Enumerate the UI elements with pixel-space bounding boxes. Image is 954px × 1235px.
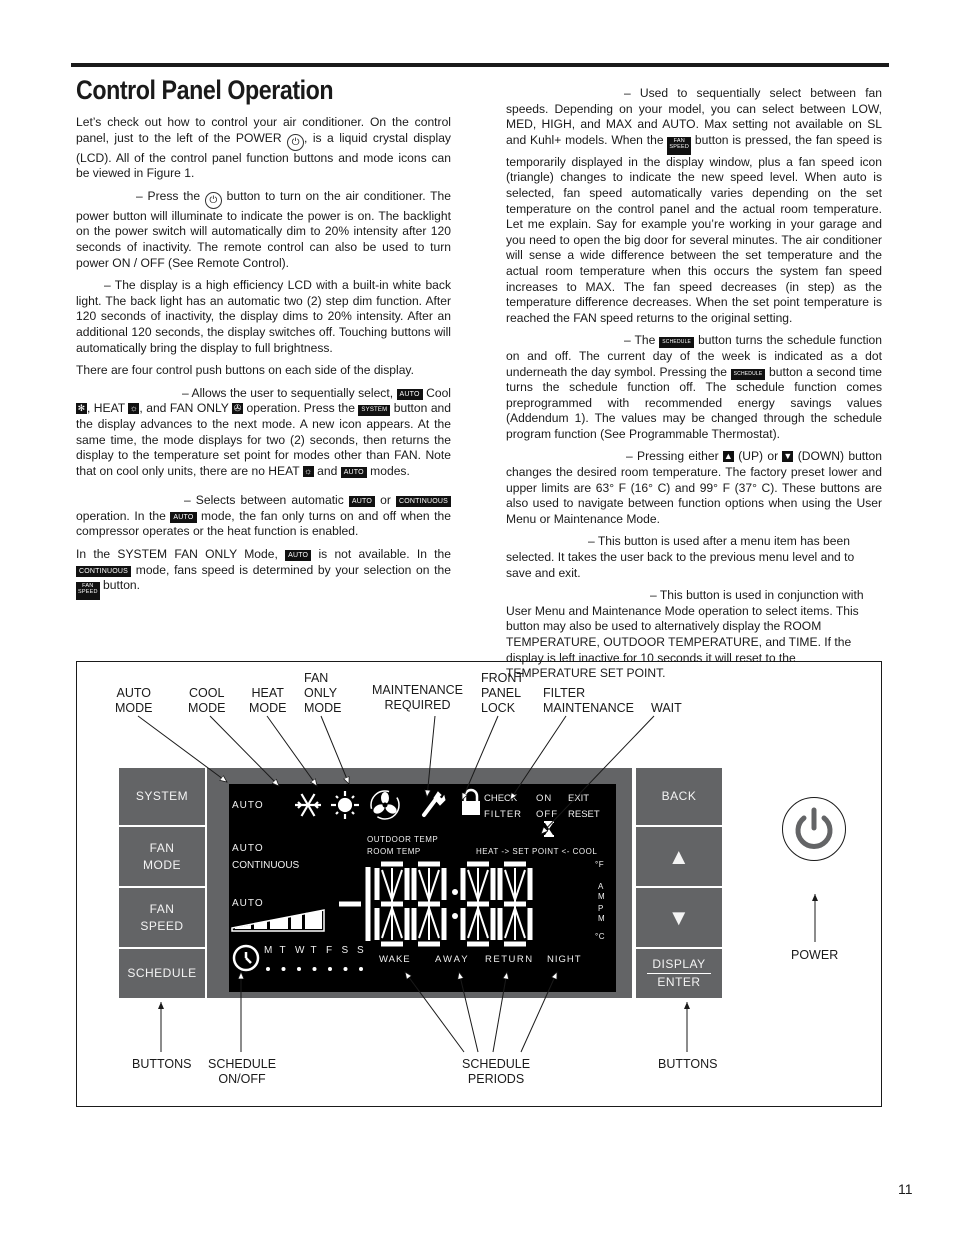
- system-paragraph: – Allows the user to sequentially select…: [76, 385, 451, 478]
- leader-lines: [137, 715, 818, 1053]
- sun-icon: ☼: [128, 403, 140, 415]
- auto-chip: AUTO: [285, 550, 312, 562]
- power-paragraph: – Press the ⏻ button to turn on the air …: [76, 188, 451, 270]
- fan-speed-chip: FAN SPEED: [76, 582, 100, 601]
- power-icon: ⏻: [287, 133, 305, 151]
- leader-lock: [461, 715, 499, 800]
- top-rule: [71, 63, 889, 67]
- auto-chip: AUTO: [340, 466, 367, 478]
- auto-chip: AUTO: [396, 388, 423, 400]
- leader-maintenance: [427, 715, 436, 797]
- leader-heat-mode: [266, 715, 317, 786]
- leader-away: [459, 972, 479, 1053]
- display-paragraph: – The display is a high efficiency LCD w…: [76, 278, 451, 355]
- leader-filter: [510, 715, 567, 800]
- control-panel-figure: AUTO MODE COOL MODE HEAT MODE FAN ONLY MODE M…: [76, 661, 882, 1107]
- leader-return: [492, 972, 507, 1053]
- system-chip: SYSTEM: [358, 405, 391, 417]
- leader-wake: [405, 972, 465, 1053]
- back-paragraph: – This button is used after a menu item …: [506, 534, 855, 580]
- fan-mode-paragraph: – Selects between automatic AUTO or CONT…: [76, 493, 451, 539]
- schedule-chip: SCHEDULE: [730, 368, 766, 380]
- page-number: 11: [898, 1181, 913, 1197]
- snowflake-icon: ✻: [76, 403, 87, 415]
- intro-paragraph: Let’s check out how to control your air …: [76, 115, 451, 181]
- fan-icon: ✇: [232, 403, 244, 415]
- continuous-chip: CONTINUOUS: [395, 496, 451, 508]
- auto-chip: AUTO: [170, 511, 197, 523]
- fan-only-note-paragraph: In the SYSTEM FAN ONLY Mode, AUTO is not…: [76, 547, 451, 601]
- power-icon: ⏻: [204, 191, 222, 209]
- leader-night: [520, 972, 558, 1053]
- triangle-up-icon: ▲: [722, 451, 734, 463]
- fan-speed-chip: FAN SPEED: [667, 136, 692, 155]
- sun-icon: ☼: [302, 465, 314, 477]
- continuous-chip: CONTINUOUS: [76, 565, 132, 577]
- auto-chip: AUTO: [348, 496, 376, 508]
- page-title: Control Panel Operation: [76, 75, 334, 105]
- four-buttons-paragraph: There are four control push buttons on e…: [76, 363, 414, 378]
- left-column: Let’s check out how to control your air …: [76, 115, 451, 607]
- right-column: – Used to sequentially select between fa…: [506, 86, 882, 689]
- leader-cool-mode: [209, 715, 279, 786]
- leader-auto-mode: [137, 715, 227, 782]
- schedule-chip: SCHEDULE: [659, 337, 695, 349]
- updown-paragraph: – Pressing either ▲ (UP) or ▼ (DOWN) but…: [506, 449, 882, 526]
- leader-wait: [541, 715, 655, 834]
- schedule-paragraph: – The SCHEDULE button turns the schedule…: [506, 333, 882, 441]
- triangle-down-icon: ▼: [782, 451, 794, 463]
- leader-fan-only-mode: [320, 715, 349, 784]
- fan-speed-paragraph: – Used to sequentially select between fa…: [506, 86, 882, 325]
